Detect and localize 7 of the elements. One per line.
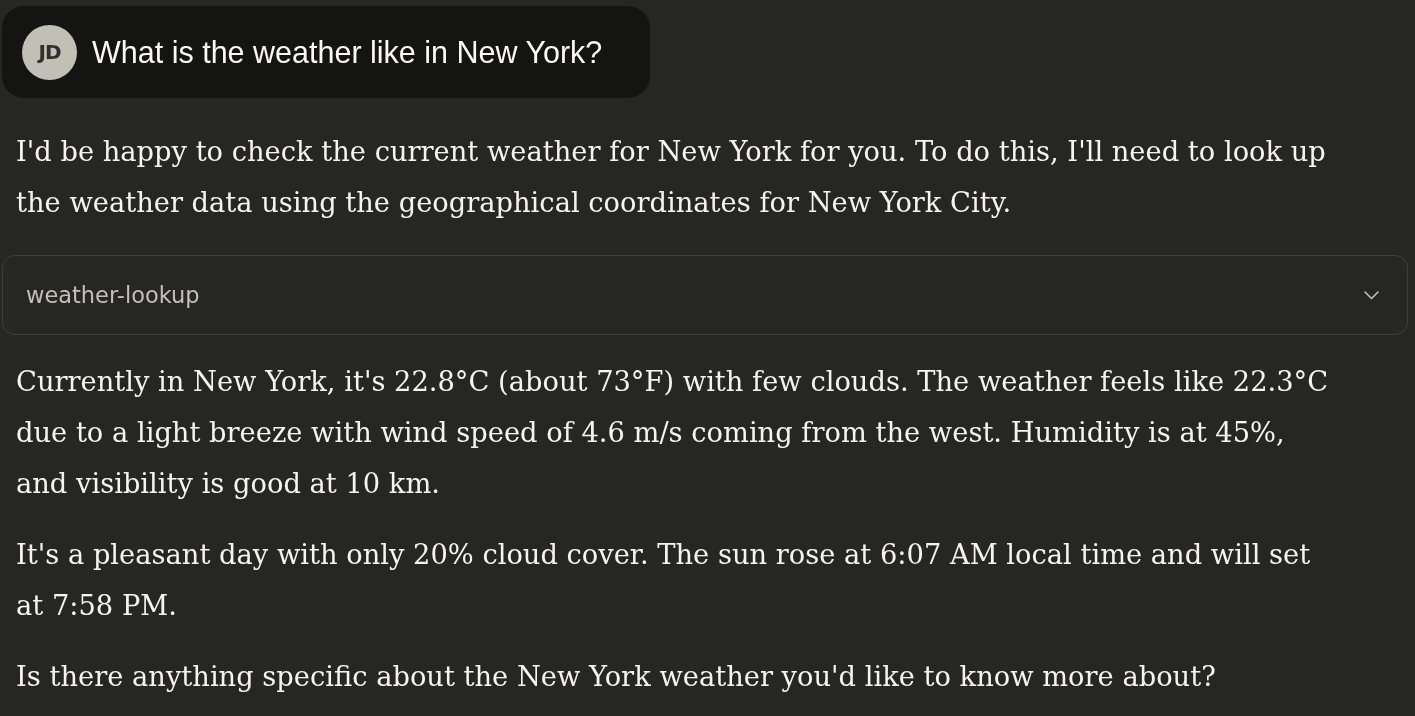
response-paragraph: I'd be happy to check the current weather for New York for you. To do this, I'll need to look up the weather data using the geographical coordinates for New York City.: [16, 135, 1327, 220]
response-paragraph: Is there anything specific about the New York weather you'd like to know more about?: [16, 660, 1217, 694]
user-avatar: JD: [22, 24, 77, 80]
response-paragraph: Currently in New York, it's 22.8°C (about 73°F) with few clouds. The weather feels like 22.3°C due to a light breeze with wind speed of 4.6 m/s coming from the west. Humidity is at 45%, and visibility is good at 10 km.: [16, 365, 1330, 501]
response-paragraph: It's a pleasant day with only 20% cloud cover. The sun rose at 6:07 AM local time and will set at 7:58 PM.: [16, 538, 1312, 623]
tool-call-toggle[interactable]: weather-lookup: [2, 255, 1408, 335]
message-text: What is the weather like in New York?: [92, 34, 603, 70]
